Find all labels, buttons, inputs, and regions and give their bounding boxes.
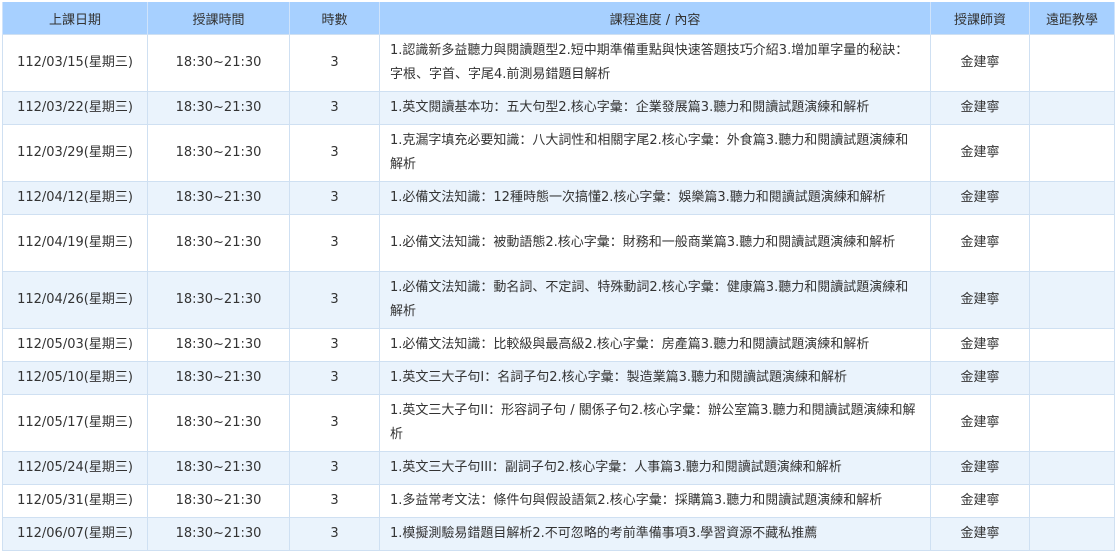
cell-hours: 3 — [289, 517, 380, 551]
cell-remote — [1029, 394, 1115, 452]
cell-remote — [1029, 91, 1115, 125]
cell-time: 18:30~21:30 — [147, 328, 290, 362]
cell-hours: 3 — [289, 484, 380, 518]
cell-time: 18:30~21:30 — [147, 451, 290, 485]
table-row: 112/05/17(星期三) 18:30~21:30 3 1.英文三大子句II：… — [2, 394, 1115, 452]
cell-hours: 3 — [289, 361, 380, 395]
cell-remote — [1029, 214, 1115, 272]
course-schedule-table: 上課日期 授課時間 時數 課程進度 / 內容 授課師資 遠距教學 112/03/… — [2, 2, 1115, 551]
header-teacher: 授課師資 — [930, 2, 1030, 35]
cell-time: 18:30~21:30 — [147, 34, 290, 92]
cell-hours: 3 — [289, 124, 380, 182]
cell-content: 1.英文三大子句I：名詞子句2.核心字彙：製造業篇3.聽力和閱讀試題演練和解析 — [379, 361, 931, 395]
table-row: 112/05/24(星期三) 18:30~21:30 3 1.英文三大子句III… — [2, 451, 1115, 485]
header-content: 課程進度 / 內容 — [379, 2, 931, 35]
cell-content: 1.英文三大子句III：副詞子句2.核心字彙：人事篇3.聽力和閱讀試題演練和解析 — [379, 451, 931, 485]
cell-date: 112/04/19(星期三) — [2, 214, 148, 272]
cell-date: 112/03/29(星期三) — [2, 124, 148, 182]
cell-hours: 3 — [289, 271, 380, 329]
cell-teacher: 金建寧 — [930, 181, 1030, 215]
table-row: 112/05/10(星期三) 18:30~21:30 3 1.英文三大子句I：名… — [2, 361, 1115, 395]
cell-date: 112/03/22(星期三) — [2, 91, 148, 125]
cell-content: 1.英文閱讀基本功：五大句型2.核心字彙：企業發展篇3.聽力和閱讀試題演練和解析 — [379, 91, 931, 125]
table-row: 112/04/26(星期三) 18:30~21:30 3 1.必備文法知識：動名… — [2, 271, 1115, 329]
table-row: 112/06/07(星期三) 18:30~21:30 3 1.模擬測驗易錯題目解… — [2, 517, 1115, 551]
cell-teacher: 金建寧 — [930, 394, 1030, 452]
cell-date: 112/06/07(星期三) — [2, 517, 148, 551]
cell-teacher: 金建寧 — [930, 124, 1030, 182]
cell-content: 1.英文三大子句II：形容詞子句 / 關係子句2.核心字彙：辦公室篇3.聽力和閱… — [379, 394, 931, 452]
table-row: 112/05/03(星期三) 18:30~21:30 3 1.必備文法知識：比較… — [2, 328, 1115, 362]
cell-remote — [1029, 517, 1115, 551]
cell-time: 18:30~21:30 — [147, 214, 290, 272]
cell-content: 1.必備文法知識：比較級與最高級2.核心字彙：房產篇3.聽力和閱讀試題演練和解析 — [379, 328, 931, 362]
cell-hours: 3 — [289, 451, 380, 485]
cell-hours: 3 — [289, 394, 380, 452]
cell-date: 112/05/03(星期三) — [2, 328, 148, 362]
cell-content: 1.模擬測驗易錯題目解析2.不可忽略的考前準備事項3.學習資源不藏私推薦 — [379, 517, 931, 551]
cell-teacher: 金建寧 — [930, 214, 1030, 272]
cell-date: 112/04/26(星期三) — [2, 271, 148, 329]
table-row: 112/04/19(星期三) 18:30~21:30 3 1.必備文法知識：被動… — [2, 214, 1115, 272]
cell-date: 112/05/24(星期三) — [2, 451, 148, 485]
cell-teacher: 金建寧 — [930, 517, 1030, 551]
table-row: 112/03/29(星期三) 18:30~21:30 3 1.克漏字填充必要知識… — [2, 124, 1115, 182]
cell-time: 18:30~21:30 — [147, 394, 290, 452]
cell-date: 112/05/17(星期三) — [2, 394, 148, 452]
cell-content: 1.認識新多益聽力與閱讀題型2.短中期準備重點與快速答題技巧介紹3.增加單字量的… — [379, 34, 931, 92]
cell-hours: 3 — [289, 214, 380, 272]
cell-remote — [1029, 484, 1115, 518]
cell-remote — [1029, 271, 1115, 329]
cell-content: 1.必備文法知識：被動語態2.核心字彙：財務和一般商業篇3.聽力和閱讀試題演練和… — [379, 214, 931, 272]
table-header-row: 上課日期 授課時間 時數 課程進度 / 內容 授課師資 遠距教學 — [2, 2, 1115, 35]
cell-remote — [1029, 124, 1115, 182]
cell-remote — [1029, 451, 1115, 485]
cell-date: 112/04/12(星期三) — [2, 181, 148, 215]
cell-time: 18:30~21:30 — [147, 484, 290, 518]
cell-content: 1.必備文法知識：12種時態一次搞懂2.核心字彙：娛樂篇3.聽力和閱讀試題演練和… — [379, 181, 931, 215]
cell-hours: 3 — [289, 91, 380, 125]
table-row: 112/05/31(星期三) 18:30~21:30 3 1.多益常考文法：條件… — [2, 484, 1115, 518]
cell-content: 1.必備文法知識：動名詞、不定詞、特殊動詞2.核心字彙：健康篇3.聽力和閱讀試題… — [379, 271, 931, 329]
cell-teacher: 金建寧 — [930, 361, 1030, 395]
table-row: 112/03/15(星期三) 18:30~21:30 3 1.認識新多益聽力與閱… — [2, 34, 1115, 92]
header-date: 上課日期 — [2, 2, 148, 35]
cell-teacher: 金建寧 — [930, 484, 1030, 518]
cell-date: 112/03/15(星期三) — [2, 34, 148, 92]
cell-teacher: 金建寧 — [930, 271, 1030, 329]
cell-remote — [1029, 361, 1115, 395]
cell-time: 18:30~21:30 — [147, 361, 290, 395]
cell-teacher: 金建寧 — [930, 34, 1030, 92]
cell-time: 18:30~21:30 — [147, 181, 290, 215]
header-hours: 時數 — [289, 2, 380, 35]
header-time: 授課時間 — [147, 2, 290, 35]
table-row: 112/04/12(星期三) 18:30~21:30 3 1.必備文法知識：12… — [2, 181, 1115, 215]
cell-hours: 3 — [289, 181, 380, 215]
cell-remote — [1029, 181, 1115, 215]
cell-hours: 3 — [289, 328, 380, 362]
cell-time: 18:30~21:30 — [147, 271, 290, 329]
cell-content: 1.多益常考文法：條件句與假設語氣2.核心字彙：採購篇3.聽力和閱讀試題演練和解… — [379, 484, 931, 518]
cell-hours: 3 — [289, 34, 380, 92]
cell-remote — [1029, 328, 1115, 362]
cell-remote — [1029, 34, 1115, 92]
header-remote: 遠距教學 — [1029, 2, 1115, 35]
cell-time: 18:30~21:30 — [147, 124, 290, 182]
table-row: 112/03/22(星期三) 18:30~21:30 3 1.英文閱讀基本功：五… — [2, 91, 1115, 125]
cell-time: 18:30~21:30 — [147, 517, 290, 551]
cell-teacher: 金建寧 — [930, 451, 1030, 485]
cell-teacher: 金建寧 — [930, 328, 1030, 362]
cell-date: 112/05/31(星期三) — [2, 484, 148, 518]
cell-teacher: 金建寧 — [930, 91, 1030, 125]
cell-time: 18:30~21:30 — [147, 91, 290, 125]
cell-content: 1.克漏字填充必要知識：八大詞性和相關字尾2.核心字彙：外食篇3.聽力和閱讀試題… — [379, 124, 931, 182]
cell-date: 112/05/10(星期三) — [2, 361, 148, 395]
